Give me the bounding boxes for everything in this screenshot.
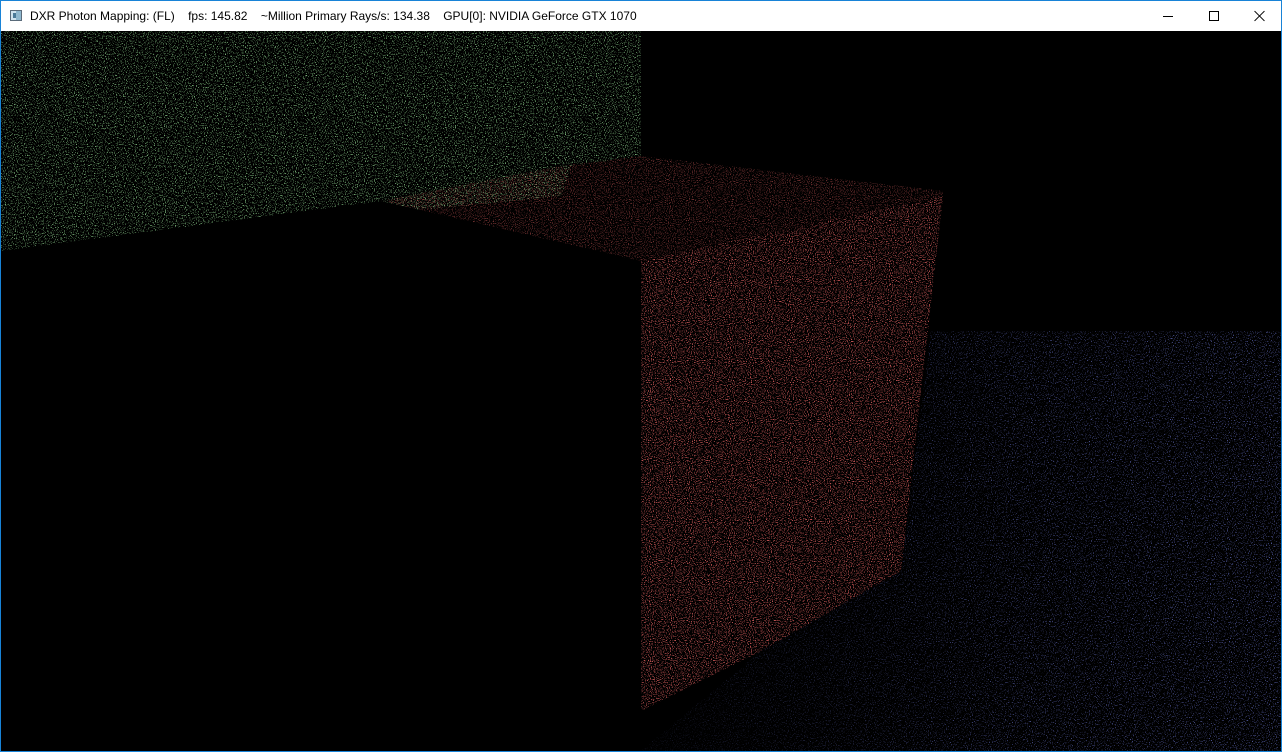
minimize-button[interactable] [1145, 1, 1191, 31]
window-title: DXR Photon Mapping: (FL) fps: 145.82 ~Mi… [30, 9, 637, 23]
close-icon [1254, 10, 1266, 22]
title-bar[interactable]: DXR Photon Mapping: (FL) fps: 145.82 ~Mi… [1, 1, 1281, 31]
minimize-icon [1163, 15, 1173, 17]
app-window: DXR Photon Mapping: (FL) fps: 145.82 ~Mi… [0, 0, 1282, 752]
rendered-scene [1, 31, 1281, 751]
rays-readout: ~Million Primary Rays/s: 134.38 [260, 9, 430, 23]
maximize-icon [1209, 11, 1219, 21]
gpu-readout: GPU[0]: NVIDIA GeForce GTX 1070 [443, 9, 637, 23]
render-viewport[interactable] [1, 31, 1281, 751]
app-window-icon[interactable] [10, 10, 22, 21]
close-button[interactable] [1237, 1, 1282, 31]
dark-shadow-region [1, 201, 641, 751]
fps-readout: fps: 145.82 [188, 9, 248, 23]
title-app-name: DXR Photon Mapping: (FL) [30, 9, 175, 23]
maximize-button[interactable] [1191, 1, 1237, 31]
